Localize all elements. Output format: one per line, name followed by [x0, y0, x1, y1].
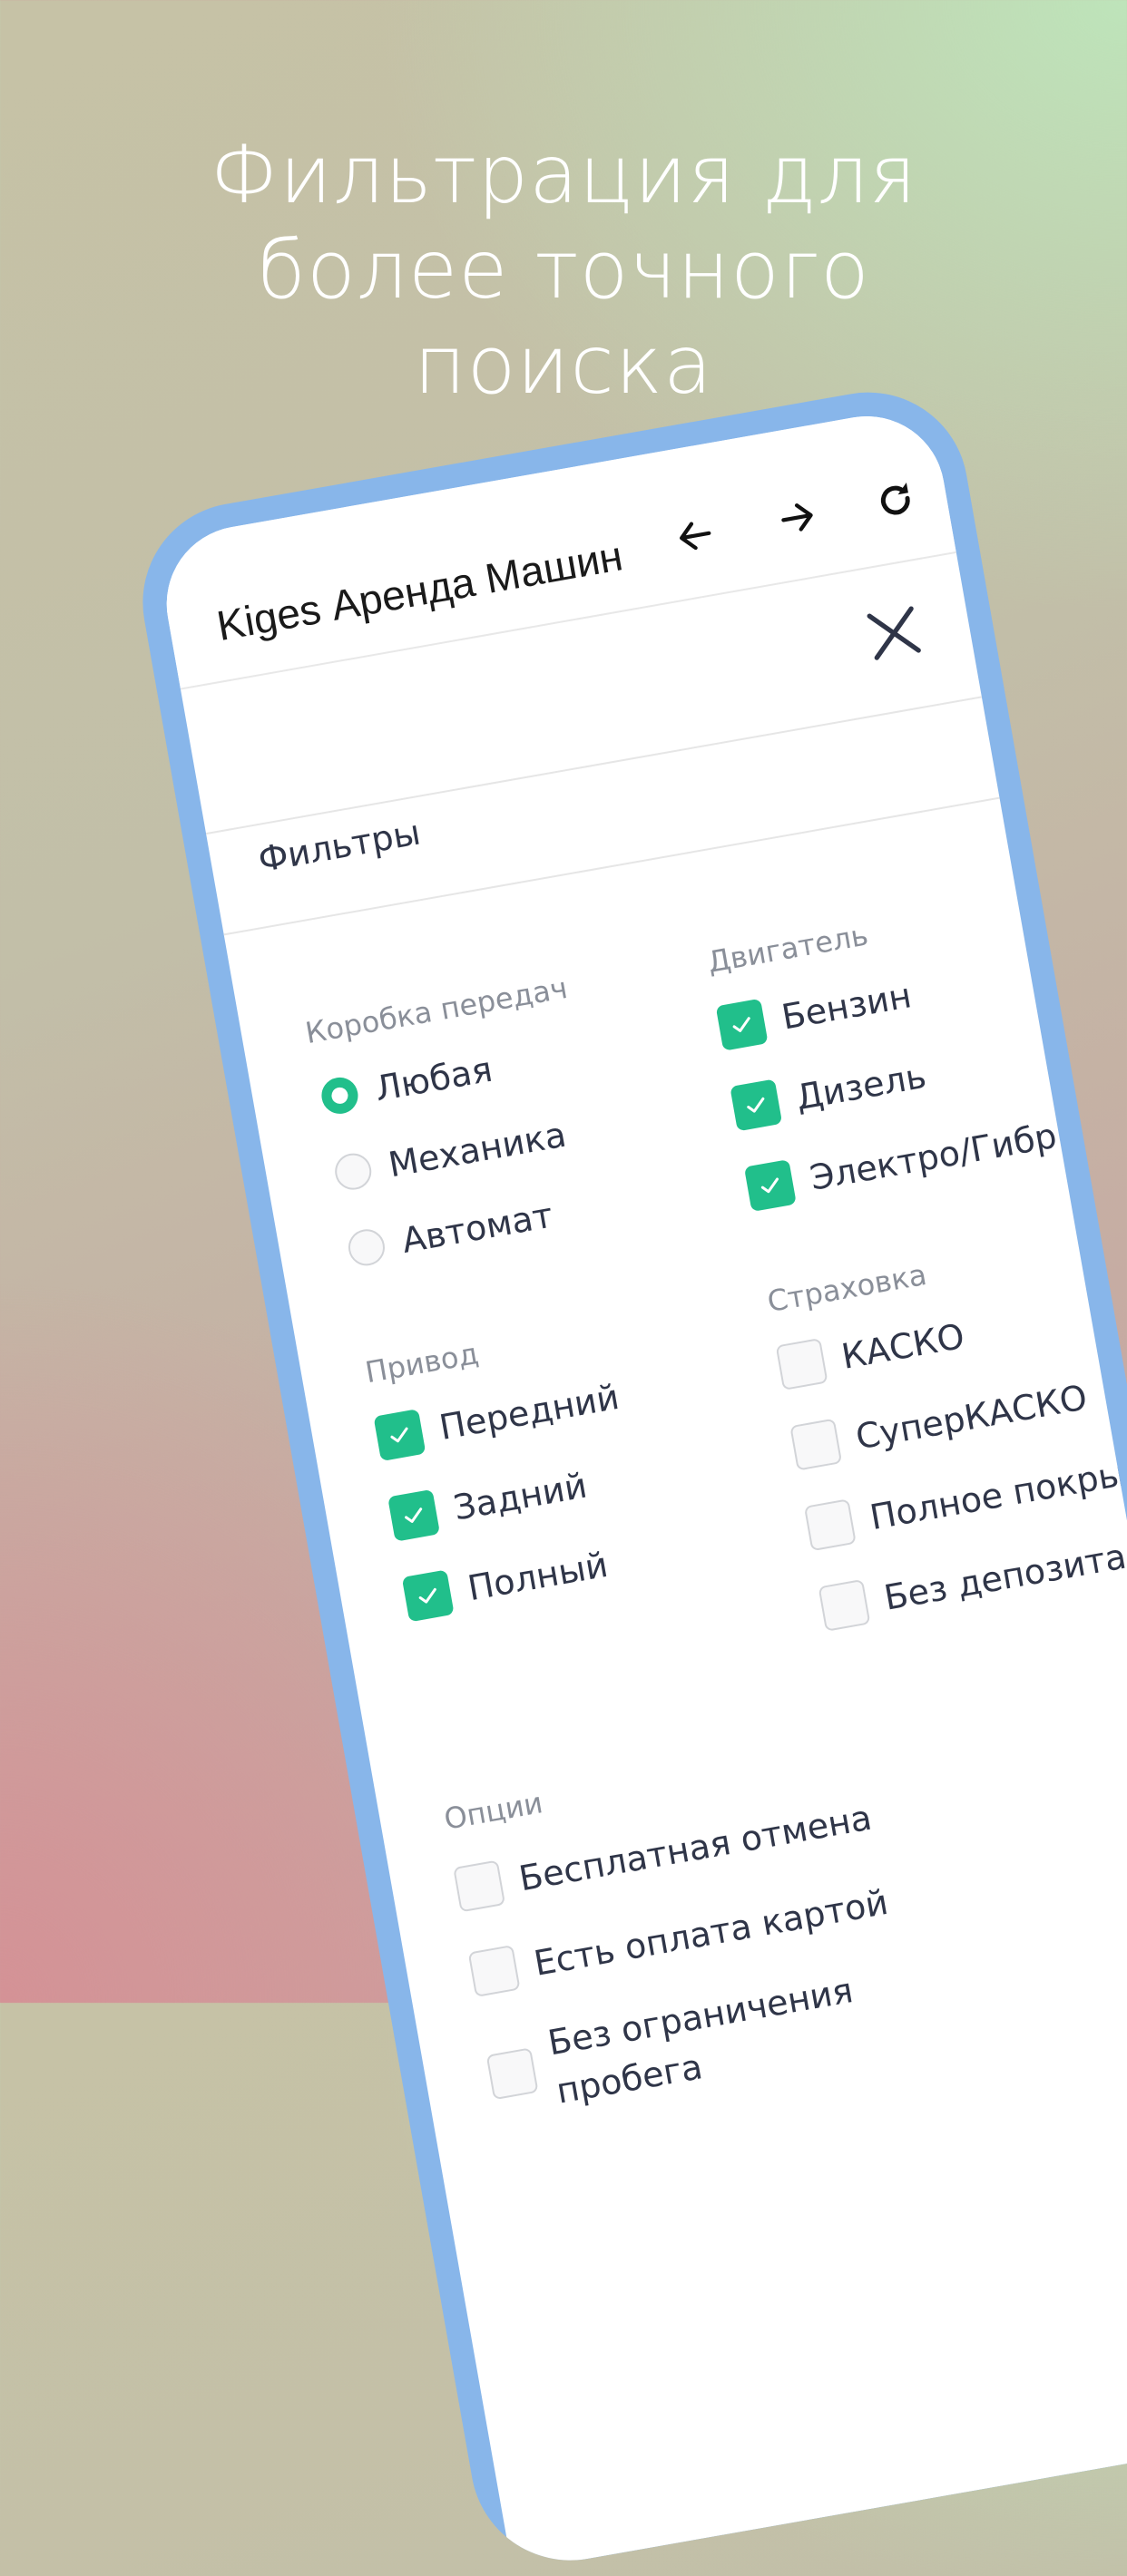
option-label: Задний: [450, 1465, 591, 1528]
transmission-label: Коробка передач: [302, 970, 571, 1051]
radio-unselected-icon[interactable]: [345, 1226, 388, 1269]
option-label: Бесплатная отмена: [515, 1797, 875, 1899]
divider: [223, 796, 1000, 936]
option-label: Бензин: [779, 975, 915, 1038]
checkbox-checked-icon[interactable]: [730, 1078, 783, 1132]
radio-transmission-any[interactable]: Любая: [313, 1044, 496, 1125]
radio-selected-icon[interactable]: [318, 1074, 361, 1117]
promo-title-line-2: более точного: [257, 223, 870, 317]
phone-frame: Kiges Аренда Машин Фильтры Коробка перед…: [127, 376, 1127, 2576]
checkbox-checked-icon[interactable]: [743, 1159, 797, 1212]
forward-arrow-icon[interactable]: [766, 486, 829, 550]
promo-title-line-3: поиска: [414, 318, 713, 412]
checkbox-unchecked-icon[interactable]: [803, 1498, 857, 1552]
close-icon[interactable]: [858, 597, 931, 670]
checkbox-drive-front[interactable]: Передний: [373, 1371, 623, 1464]
radio-transmission-manual[interactable]: Механика: [327, 1109, 570, 1201]
checkbox-insurance-superkasko[interactable]: СуперКАСКО: [789, 1371, 1092, 1473]
option-label: Без ограничения пробега: [544, 1966, 866, 2115]
checkbox-engine-diesel[interactable]: Дизель: [730, 1050, 930, 1134]
drive-label: Привод: [362, 1336, 482, 1390]
phone-screen: Kiges Аренда Машин Фильтры Коробка перед…: [154, 404, 1127, 2572]
filters-title: Фильтры: [255, 812, 424, 881]
option-label: Автомат: [398, 1195, 556, 1262]
checkbox-unchecked-icon[interactable]: [453, 1859, 506, 1913]
reload-icon[interactable]: [864, 469, 927, 532]
checkbox-insurance-no-deposit[interactable]: Без депозита: [818, 1531, 1127, 1634]
more-vert-icon[interactable]: [936, 459, 981, 519]
checkbox-unchecked-icon[interactable]: [818, 1578, 871, 1632]
option-label: Полное покрытие: [867, 1442, 1127, 1538]
checkbox-unchecked-icon[interactable]: [485, 2047, 539, 2101]
option-label: Дизель: [792, 1055, 929, 1118]
checkbox-unchecked-icon[interactable]: [775, 1338, 828, 1390]
option-label: СуперКАСКО: [852, 1377, 1091, 1458]
option-label: Полный: [465, 1544, 612, 1609]
radio-unselected-icon[interactable]: [332, 1150, 375, 1193]
option-label: Любая: [372, 1049, 495, 1109]
checkbox-checked-icon[interactable]: [715, 998, 769, 1051]
checkbox-drive-rear[interactable]: Задний: [387, 1460, 592, 1545]
back-arrow-icon[interactable]: [663, 504, 727, 568]
option-label: Механика: [385, 1114, 570, 1186]
checkbox-engine-petrol[interactable]: Бензин: [715, 970, 916, 1053]
engine-label: Двигатель: [704, 917, 871, 980]
checkbox-unchecked-icon[interactable]: [789, 1418, 843, 1471]
option-label: Без депозита: [880, 1536, 1127, 1618]
extras-label: Опции: [441, 1785, 545, 1837]
option-label: КАСКО: [838, 1315, 968, 1377]
checkbox-unchecked-icon[interactable]: [467, 1945, 521, 1997]
radio-transmission-automatic[interactable]: Автомат: [340, 1190, 557, 1277]
insurance-label: Страховка: [764, 1256, 929, 1320]
checkbox-insurance-kasko[interactable]: КАСКО: [775, 1311, 968, 1393]
option-label: Передний: [436, 1376, 622, 1448]
checkbox-unlimited-mileage[interactable]: Без ограничения пробега: [482, 1966, 866, 2129]
promo-title-line-1: Фильтрация для: [210, 128, 917, 221]
checkbox-checked-icon[interactable]: [373, 1409, 426, 1462]
option-label: Электро/Гибрид: [807, 1107, 1105, 1198]
checkbox-drive-all[interactable]: Полный: [401, 1539, 612, 1625]
checkbox-checked-icon[interactable]: [387, 1488, 441, 1542]
checkbox-checked-icon[interactable]: [401, 1569, 455, 1623]
promo-title: Фильтрация для более точного поиска: [0, 127, 1127, 413]
